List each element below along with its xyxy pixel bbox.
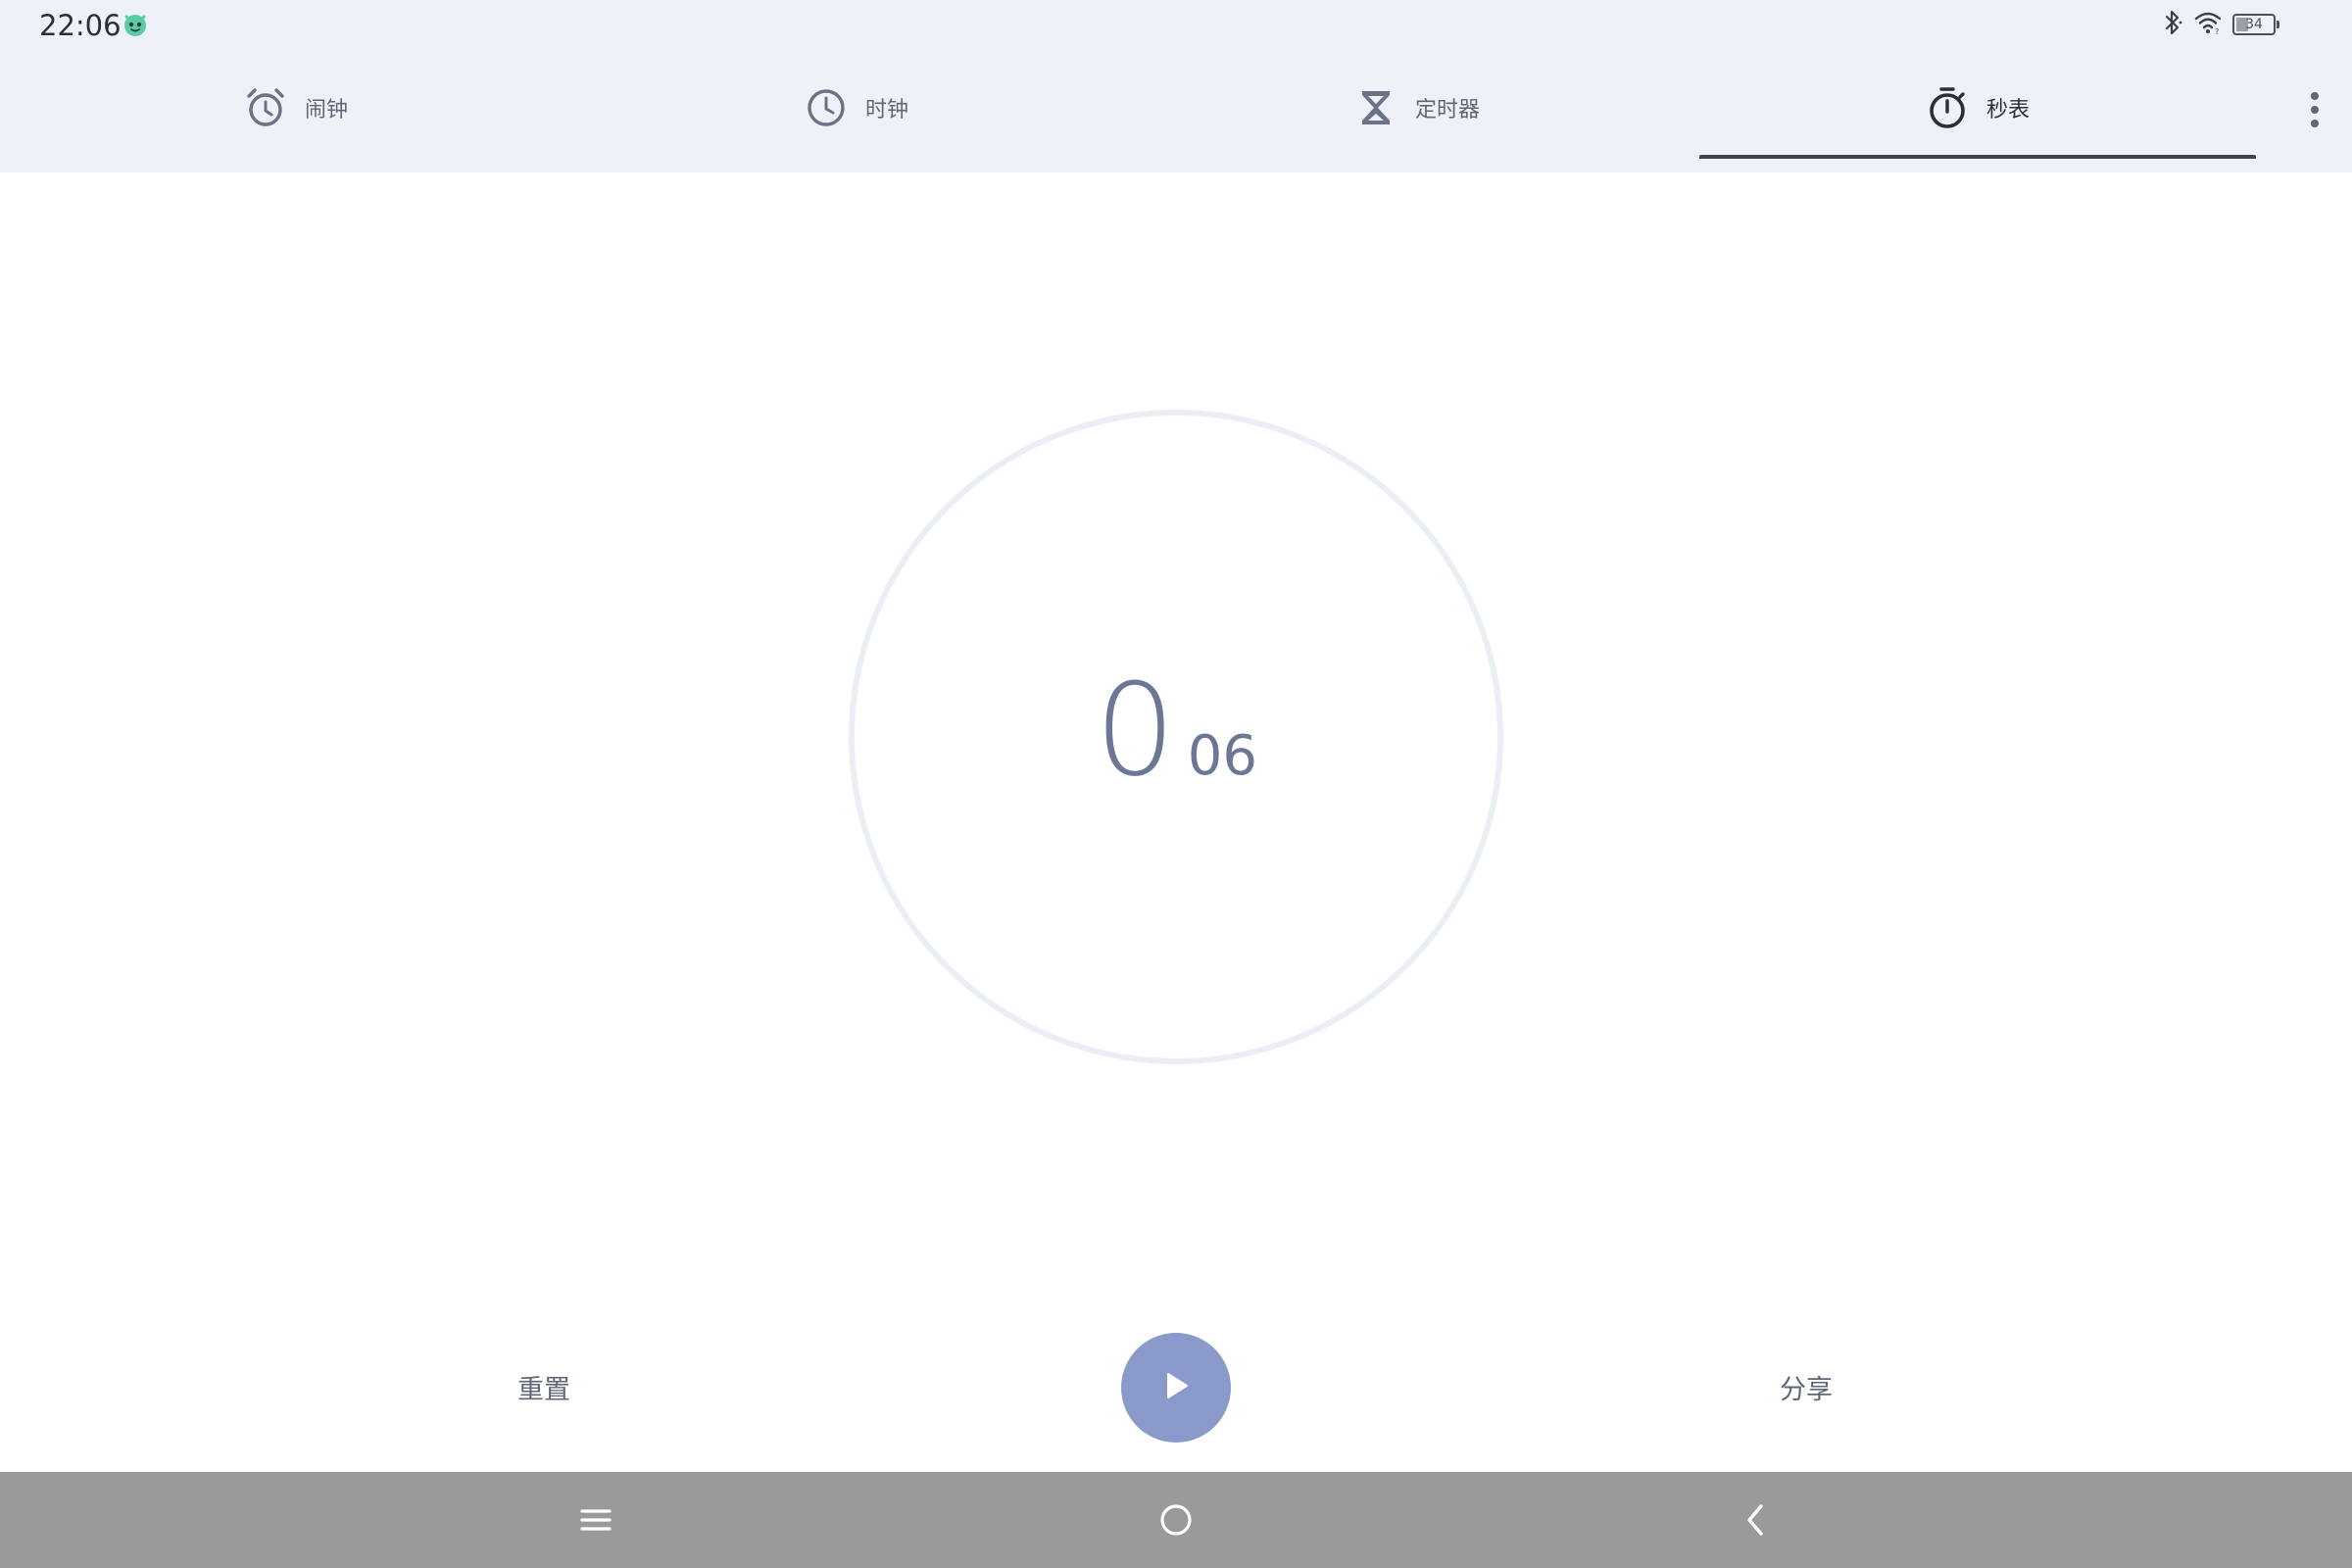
tab-stopwatch[interactable]: 秒表 [1697,59,2258,159]
status-time: 22:06 [39,9,122,42]
battery-level: 34 [2245,17,2263,32]
share-button[interactable]: 分享 [1733,1357,1880,1416]
tab-timer[interactable]: 定时器 [1137,59,1697,157]
tab-bar: 闹钟 时钟 定时器 秒表 [0,59,2258,159]
tab-stopwatch-label: 秒表 [1985,98,2030,122]
stopwatch-hundredths: 06 [1187,724,1257,788]
clock-icon [805,86,848,129]
menu-icon[interactable] [571,1495,620,1544]
tab-clock-label: 时钟 [864,98,908,122]
back-icon[interactable] [1731,1495,1780,1544]
tab-alarm[interactable]: 闹钟 [16,59,576,157]
alarm-icon [244,86,287,129]
tab-timer-label: 定时器 [1414,98,1480,122]
reset-button[interactable]: 重置 [470,1357,617,1416]
wifi-icon: ? [2193,10,2223,39]
app-notification-icon [121,10,150,39]
tab-clock[interactable]: 时钟 [576,59,1137,157]
more-vert-icon[interactable] [2293,88,2336,131]
play-button[interactable] [1121,1333,1231,1443]
home-icon[interactable] [1152,1495,1200,1544]
navigation-bar [0,1472,2352,1568]
stopwatch-seconds: 0 [1095,656,1176,805]
tab-alarm-label: 闹钟 [304,98,348,122]
stopwatch-readout: 0 06 [849,666,1503,794]
svg-text:?: ? [2215,27,2219,35]
stopwatch-icon [1926,86,1969,129]
stopwatch-dial[interactable]: 0 06 [849,410,1503,1064]
battery-icon: 34 [2232,14,2279,35]
bluetooth-icon [2162,9,2183,40]
top-app-area: 22:06 ? 34 闹钟 时钟 定时器 秒表 [0,0,2352,172]
clock-app-screen: 22:06 ? 34 闹钟 时钟 定时器 秒表 0 06 重置 分享 [0,0,2352,1568]
hourglass-icon [1354,86,1397,129]
status-icons: ? 34 [2162,8,2279,41]
play-icon [1159,1369,1193,1406]
